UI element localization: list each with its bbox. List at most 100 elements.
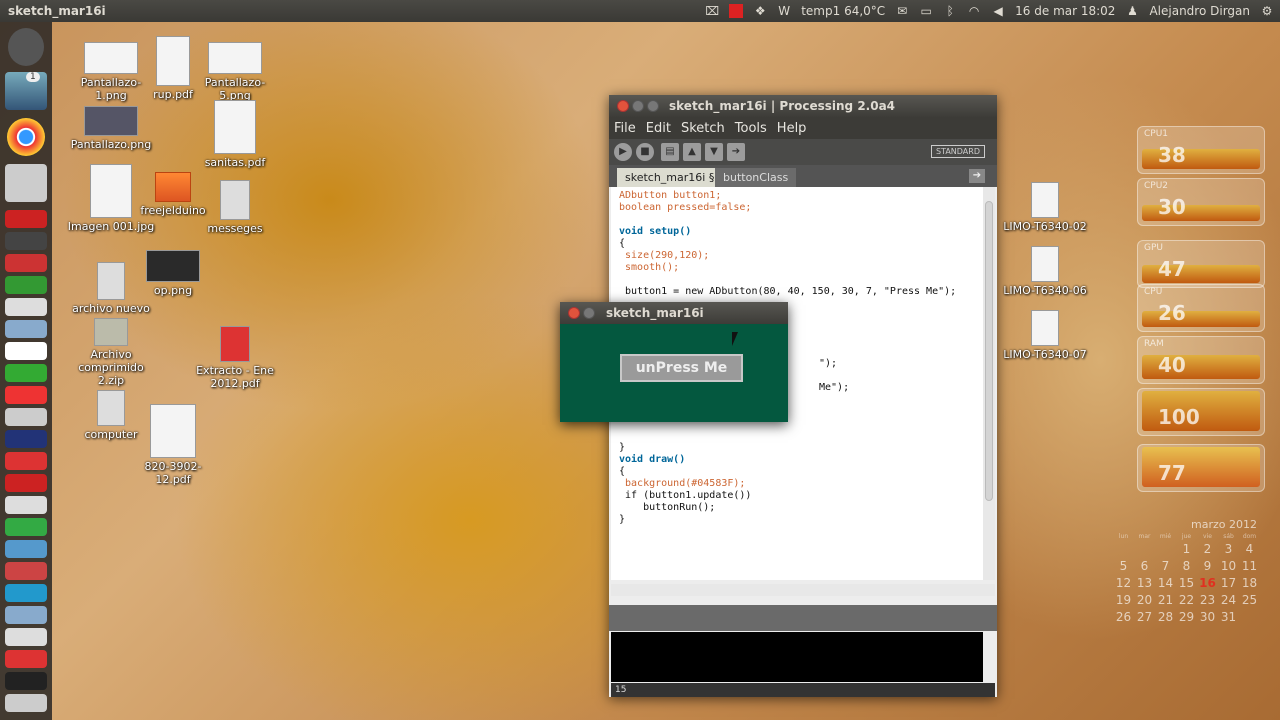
calendar-day[interactable]: 14 <box>1155 576 1176 590</box>
calendar-day[interactable]: 16 <box>1197 576 1218 590</box>
menu-file[interactable]: File <box>614 121 636 136</box>
calendar-day[interactable]: 31 <box>1218 610 1239 624</box>
calendar-day[interactable]: 10 <box>1218 559 1239 573</box>
calendar-day[interactable]: 25 <box>1239 593 1260 607</box>
minimize-icon[interactable] <box>632 100 644 112</box>
temperature-readout[interactable]: temp1 64,0°C <box>801 4 885 18</box>
dash-home-button[interactable] <box>8 28 44 66</box>
calendar-day[interactable]: 22 <box>1176 593 1197 607</box>
calendar-day[interactable]: 20 <box>1134 593 1155 607</box>
weather-icon[interactable]: W <box>777 4 791 18</box>
calendar-day[interactable]: 23 <box>1197 593 1218 607</box>
calendar-day[interactable]: 21 <box>1155 593 1176 607</box>
calendar-day[interactable] <box>1239 610 1260 624</box>
app-launcher-icon-20[interactable] <box>5 628 47 646</box>
calendar-day[interactable]: 1 <box>1176 542 1197 556</box>
maximize-icon[interactable] <box>647 100 659 112</box>
close-icon[interactable] <box>568 307 580 319</box>
calendar-day[interactable]: 11 <box>1239 559 1260 573</box>
mode-selector[interactable]: STANDARD <box>930 145 985 158</box>
speaker-launcher-icon[interactable] <box>5 164 47 202</box>
console-output[interactable] <box>611 632 983 682</box>
menu-sketch[interactable]: Sketch <box>681 121 725 136</box>
desktop-icon[interactable]: Archivo comprimido 2.zip <box>66 318 156 387</box>
desktop-icon[interactable]: op.png <box>128 250 218 297</box>
desktop-icon[interactable]: Pantallazo-5.png <box>190 42 280 102</box>
desktop-icon[interactable]: Extracto - Ene 2012.pdf <box>190 326 280 390</box>
calendar-day[interactable]: 17 <box>1218 576 1239 590</box>
calendar-day[interactable]: 3 <box>1218 542 1239 556</box>
mail-icon[interactable]: ✉ <box>895 4 909 18</box>
desktop-icon[interactable]: Pantallazo.png <box>66 106 156 151</box>
open-icon[interactable]: ▲ <box>683 143 701 161</box>
new-icon[interactable]: ▤ <box>661 143 679 161</box>
app-launcher-icon-11[interactable] <box>5 430 47 448</box>
calendar-day[interactable]: 30 <box>1197 610 1218 624</box>
calendar-day[interactable]: 7 <box>1155 559 1176 573</box>
menu-help[interactable]: Help <box>777 121 807 136</box>
app-launcher-icon-13[interactable] <box>5 474 47 492</box>
app-launcher-icon-16[interactable] <box>5 540 47 558</box>
app-launcher-icon-19[interactable] <box>5 606 47 624</box>
calendar-day[interactable]: 13 <box>1134 576 1155 590</box>
calendar-day[interactable] <box>1155 542 1176 556</box>
user-name[interactable]: Alejandro Dirgan <box>1149 4 1250 18</box>
vertical-scrollbar[interactable] <box>983 187 995 580</box>
close-icon[interactable] <box>617 100 629 112</box>
horizontal-scrollbar[interactable] <box>611 584 995 596</box>
processing-titlebar[interactable]: sketch_mar16i | Processing 2.0a4 <box>609 95 997 117</box>
bluetooth-icon[interactable]: ᛒ <box>943 4 957 18</box>
calendar-day[interactable] <box>1113 542 1134 556</box>
app-launcher-icon-23[interactable] <box>5 694 47 712</box>
record-icon[interactable] <box>729 4 744 18</box>
minimize-icon[interactable] <box>583 307 595 319</box>
sketch-titlebar[interactable]: sketch_mar16i <box>560 302 788 324</box>
unpress-me-button[interactable]: unPress Me <box>620 354 743 382</box>
app-launcher-icon-7[interactable] <box>5 342 47 360</box>
battery-icon[interactable]: ▭ <box>919 4 933 18</box>
calendar-day[interactable]: 15 <box>1176 576 1197 590</box>
app-launcher-icon-1[interactable] <box>5 210 47 228</box>
calendar-day[interactable]: 4 <box>1239 542 1260 556</box>
app-launcher-icon-12[interactable] <box>5 452 47 470</box>
app-launcher-icon-8[interactable] <box>5 364 47 382</box>
calendar-day[interactable]: 24 <box>1218 593 1239 607</box>
app-launcher-icon-17[interactable] <box>5 562 47 580</box>
app-launcher-icon-2[interactable] <box>5 232 47 250</box>
desktop-icon[interactable]: 820-3902-12.pdf <box>128 404 218 486</box>
run-icon[interactable]: ▶ <box>614 143 632 161</box>
app-launcher-icon-15[interactable] <box>5 518 47 536</box>
app-launcher-icon-5[interactable] <box>5 298 47 316</box>
dropbox-icon[interactable]: ❖ <box>753 4 767 18</box>
app-launcher-icon-18[interactable] <box>5 584 47 602</box>
tab-buttonclass[interactable]: buttonClass <box>715 168 797 187</box>
wifi-icon[interactable]: ◠ <box>967 4 981 18</box>
network-applet-icon[interactable]: ⌧ <box>705 4 719 18</box>
tab-sketch[interactable]: sketch_mar16i § <box>617 168 723 187</box>
app-launcher-icon-10[interactable] <box>5 408 47 426</box>
desktop-icon[interactable]: LIMO-T6340-02 <box>1000 182 1090 233</box>
calendar-day[interactable]: 5 <box>1113 559 1134 573</box>
tab-menu-arrow-icon[interactable]: ➔ <box>969 169 985 183</box>
desktop-icon[interactable]: LIMO-T6340-07 <box>1000 310 1090 361</box>
app-launcher-icon-4[interactable] <box>5 276 47 294</box>
scrollbar-thumb[interactable] <box>985 201 993 501</box>
desktop-icon[interactable]: messeges <box>190 180 280 235</box>
save-icon[interactable]: ▼ <box>705 143 723 161</box>
chrome-launcher-icon[interactable] <box>7 118 45 156</box>
desktop-icon[interactable]: sanitas.pdf <box>190 100 280 169</box>
export-icon[interactable]: ➔ <box>727 143 745 161</box>
menu-edit[interactable]: Edit <box>646 121 671 136</box>
session-gear-icon[interactable]: ⚙ <box>1260 4 1274 18</box>
calendar-day[interactable]: 2 <box>1197 542 1218 556</box>
app-launcher-icon-9[interactable] <box>5 386 47 404</box>
calendar-day[interactable] <box>1134 542 1155 556</box>
calendar-day[interactable]: 6 <box>1134 559 1155 573</box>
calendar-day[interactable]: 8 <box>1176 559 1197 573</box>
desktop-icon[interactable]: LIMO-T6340-06 <box>1000 246 1090 297</box>
stop-icon[interactable]: ■ <box>636 143 654 161</box>
calendar-day[interactable]: 9 <box>1197 559 1218 573</box>
calendar-day[interactable]: 19 <box>1113 593 1134 607</box>
calendar-day[interactable]: 27 <box>1134 610 1155 624</box>
calendar-day[interactable]: 12 <box>1113 576 1134 590</box>
